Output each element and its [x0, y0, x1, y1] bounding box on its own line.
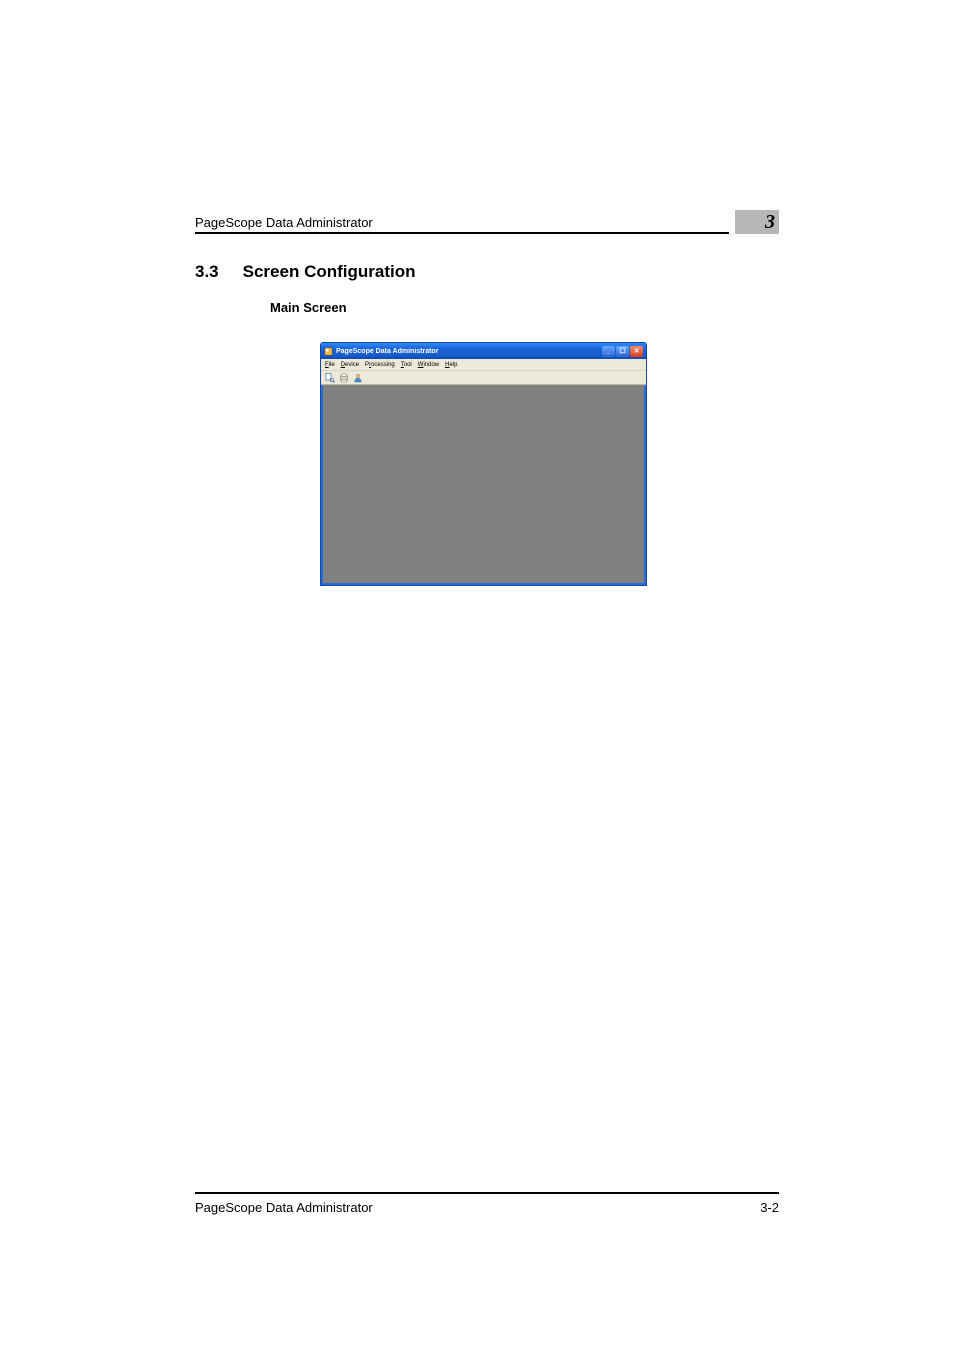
menu-window[interactable]: Window: [418, 362, 439, 368]
chapter-number-box: 3: [735, 210, 779, 234]
toolbar-button-user[interactable]: [352, 372, 364, 383]
menu-help-label: elp: [449, 362, 457, 368]
user-icon: [353, 373, 363, 383]
menu-tool[interactable]: Tool: [401, 362, 412, 368]
document-page: PageScope Data Administrator 3 3.3 Scree…: [0, 0, 954, 1350]
page-footer-rule: [195, 1192, 779, 1194]
app-icon: [324, 347, 333, 356]
section-heading: 3.3 Screen Configuration: [195, 262, 779, 282]
menu-file[interactable]: File: [325, 362, 335, 368]
client-area: [323, 385, 644, 583]
minimize-button[interactable]: _: [602, 346, 615, 357]
toolbar: [321, 371, 646, 385]
menu-help[interactable]: Help: [445, 362, 457, 368]
menu-window-label: indow: [423, 362, 439, 368]
menu-device[interactable]: Device: [341, 362, 359, 368]
page-header-rule: [195, 232, 729, 234]
menubar: File Device Processing Tool Window Help: [321, 359, 646, 371]
menu-tool-label: ool: [404, 362, 412, 368]
chapter-number: 3: [765, 212, 775, 232]
menu-processing-label: ocessing: [371, 362, 395, 368]
menu-device-label: evice: [345, 362, 359, 368]
maximize-button[interactable]: ☐: [616, 346, 629, 357]
section-number: 3.3: [195, 262, 219, 282]
window-buttons: _ ☐ ✕: [602, 346, 643, 357]
toolbar-button-printer[interactable]: [338, 372, 350, 383]
toolbar-button-search-device[interactable]: [324, 372, 336, 383]
printer-icon: [339, 373, 349, 383]
menu-file-label: ile: [329, 362, 335, 368]
menu-processing[interactable]: Processing: [365, 362, 395, 368]
subsection-title: Main Screen: [270, 300, 347, 315]
figure-main-screen: PageScope Data Administrator _ ☐ ✕ File …: [320, 342, 647, 586]
document-search-icon: [325, 373, 335, 383]
page-footer-number: 3-2: [760, 1200, 779, 1215]
page-header: PageScope Data Administrator 3: [195, 210, 779, 234]
app-window: PageScope Data Administrator _ ☐ ✕ File …: [320, 342, 647, 586]
page-footer-title: PageScope Data Administrator: [195, 1200, 373, 1215]
close-button[interactable]: ✕: [630, 346, 643, 357]
titlebar[interactable]: PageScope Data Administrator _ ☐ ✕: [321, 343, 646, 359]
section-title: Screen Configuration: [243, 262, 416, 282]
window-title: PageScope Data Administrator: [336, 348, 602, 355]
